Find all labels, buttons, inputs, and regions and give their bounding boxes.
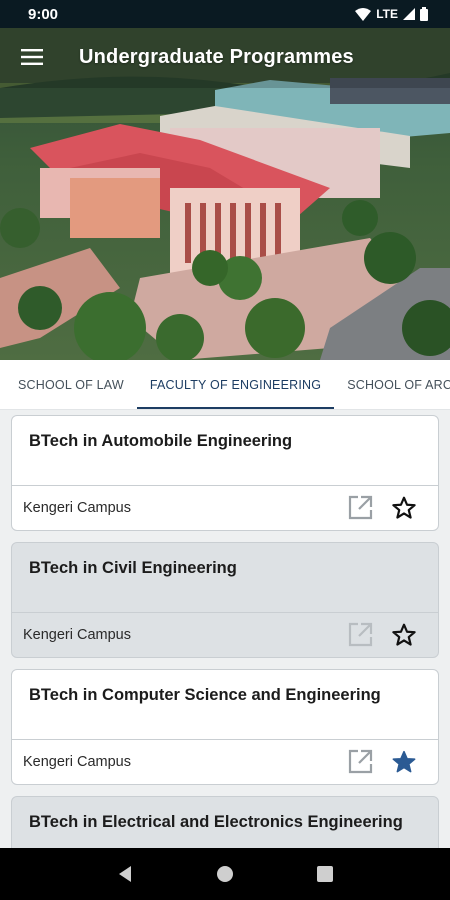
card-footer: Kengeri Campus [12,739,438,784]
signal-icon [403,8,415,20]
campus-label: Kengeri Campus [23,754,131,770]
app-toolbar: Undergraduate Programmes [0,28,450,86]
tab-school-of-law[interactable]: SCHOOL OF LAW [0,360,137,409]
faculty-tabs: SCHOOL OF LAW FACULTY OF ENGINEERING SCH… [0,360,450,410]
campus-label: Kengeri Campus [23,627,131,643]
back-icon[interactable] [117,865,133,883]
recents-icon[interactable] [317,866,334,882]
open-external-icon[interactable] [338,486,382,530]
tab-faculty-of-engineering[interactable]: FACULTY OF ENGINEERING [136,360,335,409]
page-title: Undergraduate Programmes [79,45,354,68]
status-bar: 9:00 LTE [0,0,450,28]
system-navigation-bar [0,848,450,900]
hamburger-menu-icon[interactable] [4,28,60,86]
programme-title: BTech in Automobile Engineering [29,432,293,450]
programme-card[interactable]: BTech in Computer Science and Engineerin… [11,669,439,785]
programme-title: BTech in Computer Science and Engineerin… [29,686,381,704]
card-footer: Kengeri Campus [12,612,438,657]
programme-title: BTech in Electrical and Electronics Engi… [29,813,403,831]
campus-label: Kengeri Campus [23,500,131,516]
open-external-icon[interactable] [338,740,382,784]
programme-title: BTech in Civil Engineering [29,559,237,577]
programme-card[interactable]: BTech in Civil Engineering Kengeri Campu… [11,542,439,658]
status-icons: LTE [355,7,428,21]
status-time: 9:00 [28,5,59,23]
wifi-icon [355,7,372,21]
battery-icon [420,7,428,21]
favorite-star-icon[interactable] [382,613,426,657]
favorite-star-icon[interactable] [382,486,426,530]
home-icon[interactable] [216,865,234,883]
network-type-label: LTE [376,7,398,21]
programme-card[interactable]: BTech in Automobile Engineering Kengeri … [11,415,439,531]
favorite-star-filled-icon[interactable] [382,740,426,784]
programme-card[interactable]: BTech in Electrical and Electronics Engi… [11,796,439,848]
tab-school-of-architecture[interactable]: SCHOOL OF ARCHITECTURE [334,360,450,409]
card-footer: Kengeri Campus [12,485,438,530]
open-external-icon[interactable] [338,613,382,657]
programme-list: BTech in Automobile Engineering Kengeri … [0,410,450,848]
